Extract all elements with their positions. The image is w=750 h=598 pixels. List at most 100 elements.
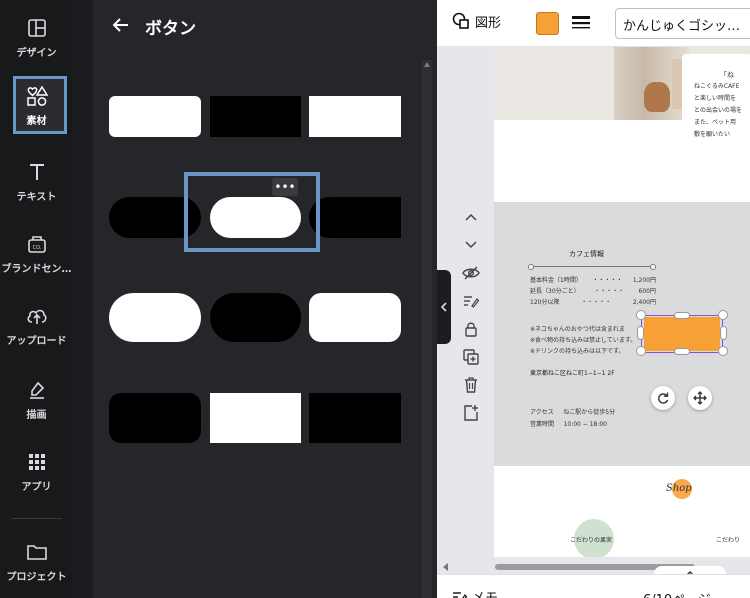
more-options-button[interactable]: •••: [272, 178, 298, 196]
scroll-left-icon[interactable]: [443, 563, 448, 571]
lock-icon[interactable]: [459, 319, 483, 339]
intro-line: との出会いの場を: [694, 107, 742, 114]
shop-section: Shop こだわりの果実 こだわり: [494, 467, 750, 557]
rail-divider: [12, 518, 62, 519]
more-icon: •••: [274, 180, 296, 194]
price-value: 1,200円: [632, 277, 656, 284]
product-label[interactable]: こだわりの果実: [570, 535, 612, 544]
notes-text[interactable]: ※ネコちゃんのおやつ代は含まれま ※食べ物の持ち込みは禁止しています。 ※ドリン…: [530, 324, 636, 357]
price-list[interactable]: 基本料金（1時間） ・・・・・ 1,200円 延長（30分ごと） ・・・・・ 600円 …: [530, 275, 656, 308]
price-value: 600円: [638, 288, 656, 295]
intro-line: 敷を願いたい: [694, 131, 731, 138]
rail-item-upload[interactable]: アップロード: [0, 294, 73, 356]
button-shape-rounded-black[interactable]: [109, 393, 201, 443]
resize-handle-left[interactable]: [637, 326, 644, 340]
resize-handle-top-left[interactable]: [636, 310, 646, 320]
rotate-icon[interactable]: [651, 386, 675, 410]
rail-item-text[interactable]: テキスト: [0, 150, 73, 212]
memo-button[interactable]: メモ: [452, 587, 498, 598]
canvas-area: 「ね ねこぐるみCAFE と楽しい時間を との出会いの場を また、ペット用 敷を…: [437, 47, 750, 582]
shop-title[interactable]: Shop: [666, 483, 692, 494]
brand-icon: CO.: [25, 232, 49, 256]
svg-text:CO.: CO.: [32, 245, 41, 251]
rail-label: 描画: [26, 409, 47, 421]
chevron-up-icon[interactable]: [459, 207, 483, 227]
button-shape-pill-black-2[interactable]: [309, 197, 401, 238]
folder-icon: [25, 540, 49, 564]
button-shape-square-white[interactable]: [309, 96, 401, 137]
rail-label: 素材: [26, 115, 47, 127]
font-selector[interactable]: かんじゅくゴシッ…: [615, 8, 750, 39]
address-text[interactable]: 東京都ねこ区ねこ町1−1−1 2F: [530, 368, 615, 377]
scroll-up-icon[interactable]: [424, 62, 430, 67]
price-dots: ・・・・・: [594, 288, 625, 295]
chevron-down-icon[interactable]: [459, 235, 483, 255]
button-shape-oval-white[interactable]: [109, 293, 201, 342]
rail-item-brand[interactable]: CO. ブランドセン…: [0, 222, 73, 284]
resize-handle-bottom-left[interactable]: [636, 346, 646, 356]
price-dots: ・・・・・: [581, 299, 612, 306]
chevron-left-icon: [440, 302, 447, 312]
shapes-icon: [452, 12, 469, 29]
cafe-info-title[interactable]: カフェ情報: [569, 249, 604, 259]
duplicate-page-icon[interactable]: [459, 347, 483, 367]
button-shape-rounded-white-2[interactable]: [309, 293, 401, 342]
hide-page-icon[interactable]: [459, 263, 483, 283]
cat-image: [644, 82, 670, 112]
price-row: 120分以降 ・・・・・ 2,400円: [530, 297, 656, 308]
panel-scrollbar[interactable]: [422, 60, 432, 598]
resize-handle-bottom[interactable]: [674, 348, 690, 355]
rail-label: デザイン: [16, 47, 57, 59]
intro-title: 「ね: [720, 71, 734, 79]
move-icon[interactable]: [688, 386, 712, 410]
price-dots: ・・・・・: [592, 277, 623, 284]
fill-color-swatch[interactable]: [536, 12, 559, 35]
border-style-icon[interactable]: [572, 15, 590, 31]
resize-handle-bottom-right[interactable]: [718, 346, 728, 356]
rail-item-apps[interactable]: アプリ: [0, 440, 73, 502]
price-name: 120分以降: [530, 299, 560, 306]
access-text[interactable]: アクセス ねこ駅から徒歩5分 営業時間 10:00 − 18:00: [530, 407, 615, 431]
page-counter[interactable]: 6/10ページ: [643, 589, 711, 598]
rail-item-draw[interactable]: 描画: [0, 368, 73, 430]
rail-item-elements[interactable]: 素材: [0, 74, 73, 136]
access-label: アクセス: [530, 409, 554, 416]
rail-item-design[interactable]: デザイン: [0, 6, 73, 68]
price-row: 延長（30分ごと） ・・・・・ 600円: [530, 286, 656, 297]
product-label[interactable]: こだわり: [716, 535, 740, 544]
button-shape-square-white-2[interactable]: [210, 393, 301, 443]
bottom-bar: メモ 6/10ページ: [437, 574, 750, 598]
resize-handle-top-right[interactable]: [718, 310, 728, 320]
element-highlight: [184, 172, 320, 252]
hours-value: 10:00 − 18:00: [563, 421, 607, 428]
panel-collapse-handle[interactable]: [437, 270, 451, 344]
elements-icon: [25, 84, 49, 108]
rail-item-projects[interactable]: プロジェクト: [0, 530, 73, 592]
button-shape-square-black[interactable]: [210, 96, 301, 137]
resize-handle-top[interactable]: [674, 312, 690, 319]
button-shape-rounded-white[interactable]: [109, 96, 201, 137]
button-shape-oval-black[interactable]: [210, 293, 301, 342]
intro-line: また、ペット用: [694, 119, 737, 126]
back-arrow-icon[interactable]: [111, 15, 135, 39]
add-page-icon[interactable]: [459, 403, 483, 423]
rail-label: アプリ: [21, 481, 52, 493]
notes-edit-icon[interactable]: [459, 291, 483, 311]
apps-icon: [25, 450, 49, 474]
upload-icon: [25, 304, 49, 328]
shape-label: 図形: [475, 15, 502, 31]
layout-icon: [25, 16, 49, 40]
hours-label: 営業時間: [530, 421, 555, 428]
trash-icon[interactable]: [459, 375, 483, 395]
panel-title: ボタン: [145, 19, 196, 39]
shape-menu-button[interactable]: 図形: [451, 11, 501, 31]
note-line: ※ドリンクの持ち込みは以下です。: [530, 348, 625, 355]
notes-icon: [453, 591, 468, 598]
price-name: 延長（30分ごと）: [530, 288, 580, 295]
note-line: ※食べ物の持ち込みは禁止しています。: [530, 337, 637, 344]
button-shape-square-black-2[interactable]: [309, 393, 401, 443]
resize-handle-right[interactable]: [720, 326, 727, 340]
price-name: 基本料金（1時間）: [530, 277, 582, 284]
text-icon: [25, 160, 49, 184]
rail-label: アップロード: [6, 335, 67, 347]
